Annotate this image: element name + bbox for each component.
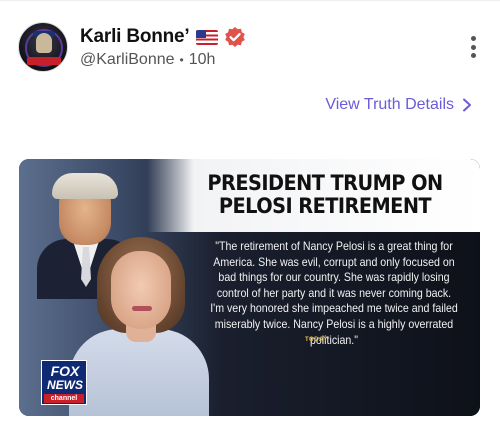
post-image[interactable]: PRESIDENT TRUMP ON PELOSI RETIREMENT "Th… — [19, 159, 480, 416]
author-name-row: Karli Bonne’ — [80, 25, 246, 49]
us-flag-icon — [195, 29, 218, 45]
top-divider — [0, 0, 500, 1]
avatar-figure — [36, 33, 52, 53]
avatar[interactable] — [18, 22, 68, 72]
chevron-right-icon — [463, 98, 471, 112]
logo-line-2: NEWS — [47, 378, 83, 392]
image-headline: PRESIDENT TRUMP ON PELOSI RETIREMENT — [207, 171, 443, 218]
image-quote: "The retirement of Nancy Pelosi is a gre… — [210, 239, 458, 347]
verified-badge-icon — [224, 27, 245, 47]
pelosi-lips — [132, 306, 152, 311]
logo-line-1: FOX — [50, 363, 80, 379]
pelosi-face — [111, 251, 171, 329]
author-name[interactable]: Karli Bonne’ — [80, 26, 190, 48]
view-truth-details-link[interactable]: View Truth Details — [325, 96, 472, 114]
fox-news-logo: FOX NEWS channel — [41, 360, 87, 405]
image-dateline: TODAY — [305, 337, 328, 343]
post-time[interactable]: 10h — [189, 51, 216, 69]
pelosi-jacket — [69, 329, 209, 416]
more-vertical-icon[interactable] — [470, 36, 476, 58]
post-header: Karli Bonne’ @KarliBonne • 10h — [18, 22, 482, 74]
avatar-badge — [27, 57, 61, 65]
trump-hair — [52, 173, 118, 199]
view-truth-details-label: View Truth Details — [325, 96, 454, 113]
logo-line-3: channel — [44, 394, 84, 403]
author-handle[interactable]: @KarliBonne — [80, 51, 175, 69]
author-meta: @KarliBonne • 10h — [80, 51, 215, 69]
meta-separator: • — [179, 53, 184, 67]
